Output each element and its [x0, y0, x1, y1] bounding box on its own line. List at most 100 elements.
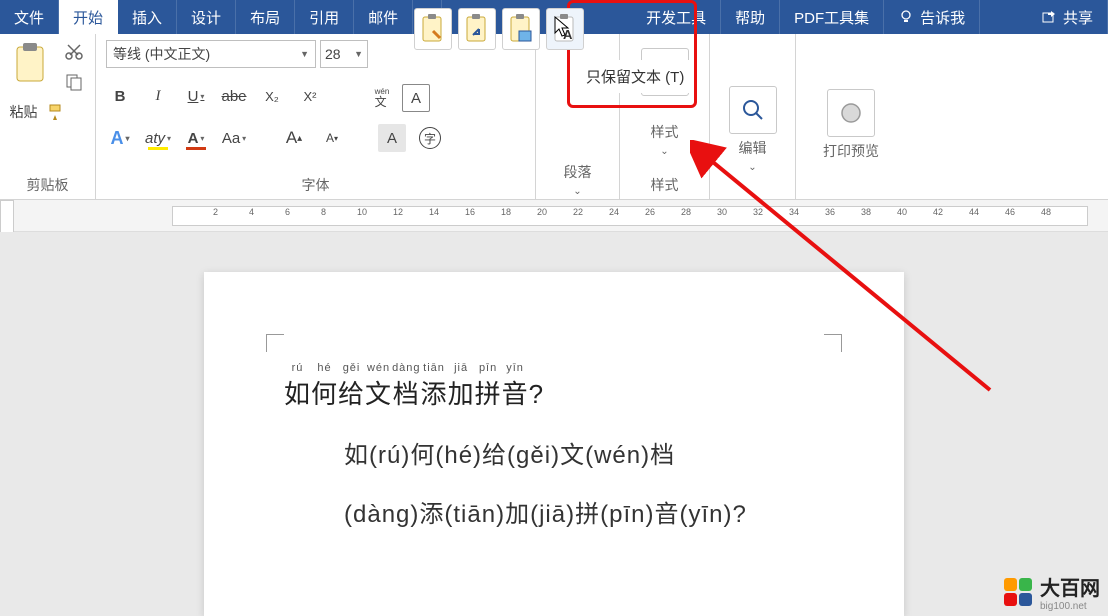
inline-pinyin-char: 拼(pīn): [575, 501, 654, 528]
inline-pinyin-char: 何(hé): [410, 442, 482, 469]
ruler-tick: 24: [609, 207, 619, 217]
ruby-char: 文wén: [365, 379, 392, 409]
clipboard-picture-icon: [507, 13, 535, 45]
ruler-tick: 30: [717, 207, 727, 217]
inline-pinyin-char: 音(yīn): [654, 501, 732, 528]
strikethrough-button[interactable]: abe: [220, 82, 248, 110]
tab-help[interactable]: 帮助: [721, 0, 780, 34]
ruler-tick: 2: [213, 207, 218, 217]
tab-pdf[interactable]: PDF工具集: [780, 0, 884, 34]
inline-pinyin-char: (dàng): [344, 501, 419, 528]
doc-line-3[interactable]: (dàng)添(tiān)加(jiā)拼(pīn)音(yīn)?: [284, 494, 844, 529]
text-effects-button[interactable]: A▾: [106, 124, 134, 152]
watermark-name: 大百网: [1040, 578, 1100, 600]
ruler-tick: 42: [933, 207, 943, 217]
copy-icon: [64, 72, 84, 92]
chevron-down-icon: ▾: [125, 134, 129, 143]
inline-pinyin-char: 给(gěi): [482, 442, 560, 469]
margin-corner-tr: [824, 334, 842, 352]
tab-file[interactable]: 文件: [0, 0, 59, 34]
tab-share[interactable]: 共享: [1027, 0, 1108, 34]
doc-line-1[interactable]: 如rú何hé给gěi文wén档dàng添tiān加jiā拼pīn音yīn?: [284, 362, 844, 411]
ruler-tick: 10: [357, 207, 367, 217]
format-painter-button[interactable]: [44, 100, 68, 124]
highlight-button[interactable]: aty▾: [144, 124, 172, 152]
paste-label[interactable]: 粘贴: [10, 102, 38, 122]
ruler-tick: 4: [249, 207, 254, 217]
preview-label: 打印预览: [823, 137, 879, 163]
chevron-down-icon: ▾: [200, 92, 204, 101]
tab-layout[interactable]: 布局: [236, 0, 295, 34]
ruler-tick: 32: [753, 207, 763, 217]
grow-font-button[interactable]: A▴: [280, 124, 308, 152]
bold-button[interactable]: B: [106, 82, 134, 110]
font-name-dropdown[interactable]: 等线 (中文正文)▼: [106, 40, 316, 68]
ruby-char: 拼pīn: [475, 379, 502, 409]
paste-picture-button[interactable]: [502, 8, 540, 50]
tab-tellme[interactable]: 告诉我: [884, 0, 980, 34]
tab-devtools[interactable]: 开发工具: [632, 0, 721, 34]
phonetic-guide-area: wén文 A: [368, 84, 430, 112]
group-label-font: 字体: [302, 171, 330, 197]
ruler-horizontal[interactable]: 2468101214161820222426283032343638404244…: [0, 200, 1108, 232]
format-painter-icon: [46, 102, 66, 122]
tab-home[interactable]: 开始: [59, 0, 118, 34]
group-font: 等线 (中文正文)▼ 28▼ B I U▾ abe X₂ X² A▾ aty▾ …: [96, 34, 536, 199]
document-canvas[interactable]: 如rú何hé给gěi文wén档dàng添tiān加jiā拼pīn音yīn? 如(…: [0, 232, 1108, 616]
scissors-icon: [64, 42, 84, 62]
paste-icon-large[interactable]: [10, 40, 52, 88]
paste-text-only-button[interactable]: A: [546, 8, 584, 50]
underline-button[interactable]: U▾: [182, 82, 210, 110]
document-page: 如rú何hé给gěi文wén档dàng添tiān加jiā拼pīn音yīn? 如(…: [204, 272, 904, 616]
enclosed-char-button[interactable]: 字: [416, 124, 444, 152]
chevron-down-icon[interactable]: ⌄: [748, 162, 756, 173]
ruby-char: 添tiān: [421, 379, 448, 409]
clipboard-brush-icon: [419, 13, 447, 45]
ruler-tick: 28: [681, 207, 691, 217]
chevron-down-icon[interactable]: ⌄: [660, 146, 668, 157]
font-size-dropdown[interactable]: 28▼: [320, 40, 368, 68]
ruler-tick: 46: [1005, 207, 1015, 217]
chevron-down-icon[interactable]: ⌄: [573, 186, 581, 197]
doc-line-2[interactable]: 如(rú)何(hé)给(gěi)文(wén)档: [284, 435, 844, 470]
group-clipboard: 粘贴 剪贴板: [0, 34, 96, 199]
char-border-button[interactable]: A: [402, 84, 430, 112]
font-color-button[interactable]: A▾: [182, 124, 210, 152]
print-preview-button[interactable]: [827, 89, 875, 137]
change-case-button[interactable]: Aa▾: [220, 124, 248, 152]
watermark-url: big100.net: [1040, 601, 1100, 612]
tab-design[interactable]: 设计: [177, 0, 236, 34]
cursor-icon: [553, 15, 571, 39]
clear-format-button[interactable]: A: [378, 124, 406, 152]
shrink-font-button[interactable]: A▾: [318, 124, 346, 152]
ruler-tick: 18: [501, 207, 511, 217]
ruby-char: 加jiā: [448, 379, 475, 409]
ruby-char: 何hé: [311, 379, 338, 409]
tab-insert[interactable]: 插入: [118, 0, 177, 34]
group-styles: A 样式 ⌄ 样式: [620, 34, 710, 199]
ruler-tick: 34: [789, 207, 799, 217]
copy-button[interactable]: [62, 70, 86, 94]
ruler-tick: 8: [321, 207, 326, 217]
ruler-tick: 14: [429, 207, 439, 217]
tab-mailings[interactable]: 邮件: [354, 0, 413, 34]
chevron-down-icon: ▼: [354, 49, 363, 59]
chevron-down-icon: ▾: [200, 134, 204, 143]
inline-pinyin-char: 如(rú): [344, 442, 410, 469]
editing-label: 编辑: [739, 134, 767, 160]
ruler-tick: 6: [285, 207, 290, 217]
italic-button[interactable]: I: [144, 82, 172, 110]
chevron-down-icon: ▾: [167, 134, 171, 143]
ruler-tick: 38: [861, 207, 871, 217]
find-button[interactable]: [729, 86, 777, 134]
phonetic-guide-button[interactable]: wén文: [368, 84, 396, 112]
tab-references[interactable]: 引用: [295, 0, 354, 34]
margin-corner-tl: [266, 334, 284, 352]
paste-merge-button[interactable]: [458, 8, 496, 50]
subscript-button[interactable]: X₂: [258, 82, 286, 110]
cut-button[interactable]: [62, 40, 86, 64]
watermark: 大百网 big100.net: [1004, 572, 1100, 612]
superscript-button[interactable]: X²: [296, 82, 324, 110]
ruler-tick: 44: [969, 207, 979, 217]
paste-keep-source-button[interactable]: [414, 8, 452, 50]
